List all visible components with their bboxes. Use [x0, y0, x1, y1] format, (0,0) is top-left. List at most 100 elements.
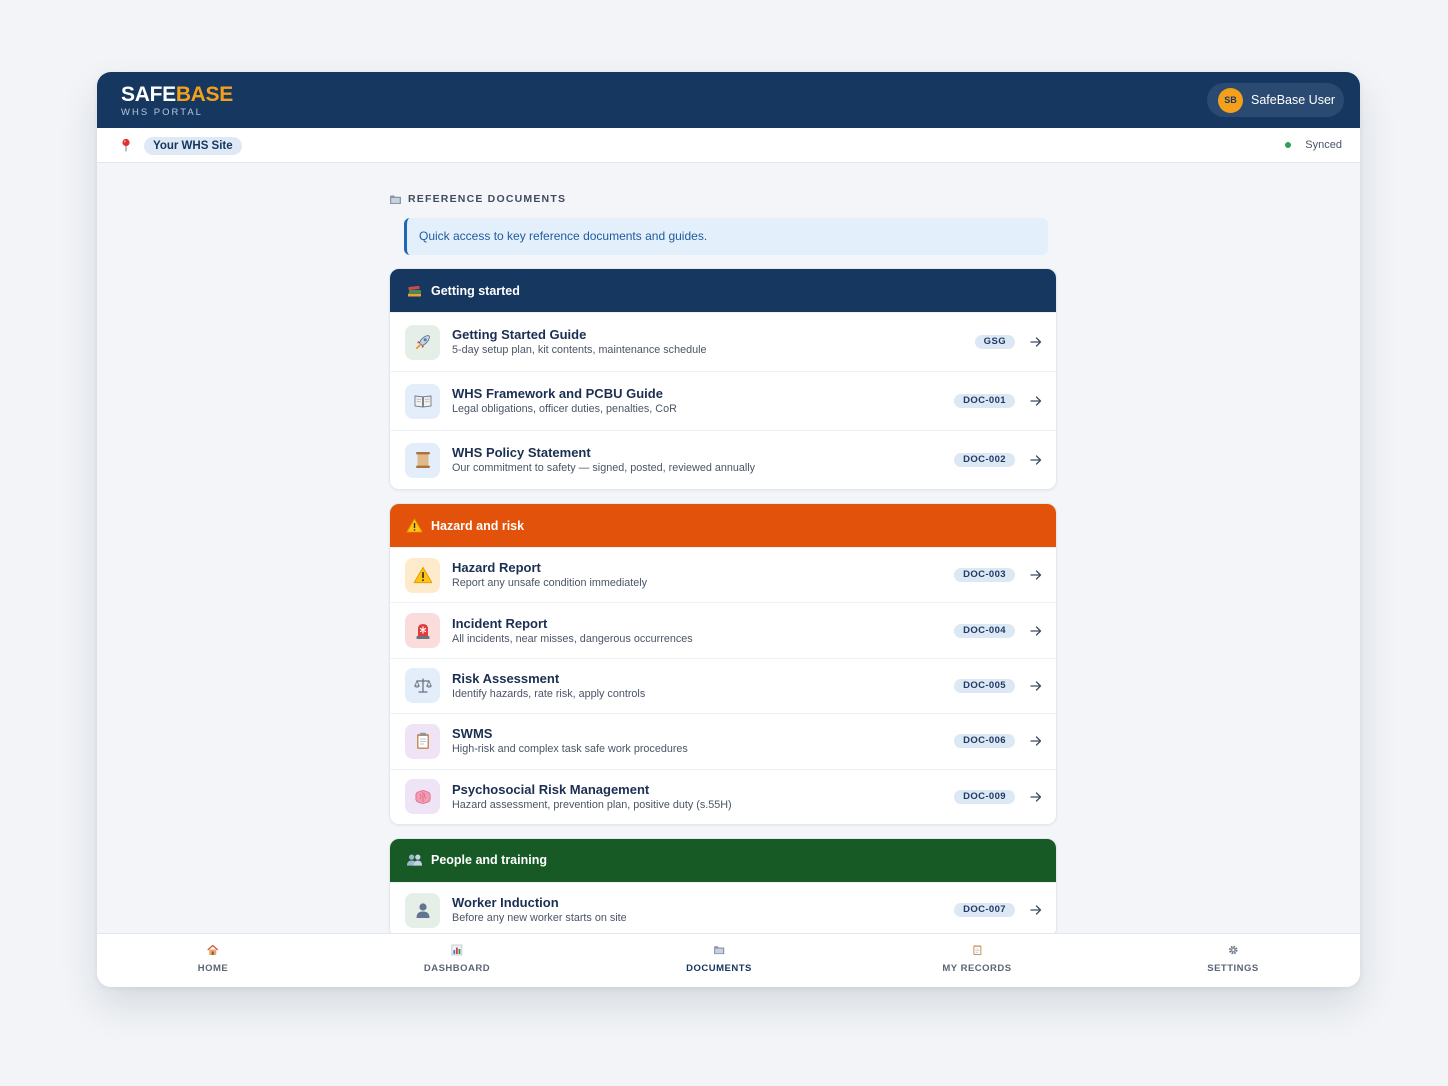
- nav-home[interactable]: HOME: [198, 944, 229, 974]
- doc-description: Legal obligations, officer duties, penal…: [452, 403, 677, 415]
- brand-subtitle: WHS PORTAL: [121, 107, 203, 118]
- doc-row-hazard-report[interactable]: Hazard Report Report any unsafe conditio…: [390, 547, 1056, 602]
- doc-row-swms[interactable]: SWMS High-risk and complex task safe wor…: [390, 713, 1056, 768]
- people-icon: [406, 853, 423, 868]
- group-header: People and training: [390, 838, 1056, 882]
- doc-description: Report any unsafe condition immediately: [452, 577, 648, 590]
- arrow-right-icon: [1030, 681, 1042, 691]
- doc-text: WHS Framework and PCBU Guide Legal oblig…: [452, 386, 677, 416]
- doc-code-badge: DOC-003: [954, 568, 1015, 583]
- nav-settings[interactable]: SETTINGS: [1207, 944, 1259, 974]
- sync-dot-icon: [1285, 142, 1292, 148]
- doc-text: Hazard Report Report any unsafe conditio…: [452, 560, 647, 590]
- doc-title: Worker Induction: [452, 895, 559, 911]
- section-title-label: REFERENCE DOCUMENTS: [408, 193, 567, 205]
- arrow-right-icon: [1030, 396, 1042, 406]
- records-icon: [972, 945, 981, 955]
- arrow-right-icon: [1030, 337, 1042, 347]
- group-header: Getting started: [390, 269, 1056, 312]
- brand-logo[interactable]: SAFEBASE WHS PORTAL: [121, 83, 233, 119]
- nav-label: DOCUMENTS: [686, 963, 752, 974]
- doc-title: Getting Started Guide: [452, 327, 587, 342]
- warning-icon: [405, 557, 440, 593]
- brand-name-part1: SAFE: [121, 83, 176, 106]
- doc-title: Psychosocial Risk Management: [452, 781, 650, 797]
- brand-name-part2: BASE: [175, 83, 233, 106]
- brain-icon: [405, 779, 440, 815]
- house-icon: [207, 944, 219, 955]
- warning-icon: [406, 518, 423, 533]
- group-header: Hazard and risk: [390, 504, 1056, 547]
- arrow-right-icon: [1030, 736, 1042, 747]
- documents-content: REFERENCE DOCUMENTS Quick access to key …: [389, 191, 1057, 939]
- user-menu-button[interactable]: SB SafeBase User: [1207, 83, 1344, 117]
- books-icon: [406, 283, 423, 298]
- doc-text: Psychosocial Risk Management Hazard asse…: [452, 782, 732, 812]
- arrow-right-icon: [1030, 570, 1042, 580]
- group-card-getting-started: Getting started Getting Started Guide 5-…: [389, 268, 1057, 490]
- nav-label: DASHBOARD: [423, 963, 491, 974]
- doc-title: Risk Assessment: [452, 670, 560, 686]
- doc-description: High-risk and complex task safe work pro…: [452, 743, 688, 756]
- scales-icon: [405, 668, 440, 704]
- doc-text: SWMS High-risk and complex task safe wor…: [452, 726, 688, 756]
- nav-label: MY RECORDS: [942, 963, 1012, 974]
- user-name: SafeBase User: [1251, 93, 1336, 107]
- doc-text: Risk Assessment Identify hazards, rate r…: [452, 671, 645, 701]
- doc-row-psychosocial-risk[interactable]: Psychosocial Risk Management Hazard asse…: [390, 768, 1056, 824]
- arrow-right-icon: [1030, 625, 1042, 636]
- book-icon: [405, 383, 440, 419]
- group-title: Hazard and risk: [431, 518, 525, 533]
- section-title: REFERENCE DOCUMENTS: [389, 191, 1057, 207]
- site-bar: Your WHS Site Synced: [97, 128, 1360, 163]
- doc-code-badge: DOC-001: [954, 394, 1015, 408]
- arrow-right-icon: [1030, 792, 1042, 802]
- doc-code-badge: DOC-006: [954, 734, 1015, 749]
- doc-text: WHS Policy Statement Our commitment to s…: [452, 445, 755, 475]
- doc-title: Incident Report: [452, 615, 548, 631]
- doc-title: WHS Framework and PCBU Guide: [452, 386, 663, 401]
- doc-row-whs-framework[interactable]: WHS Framework and PCBU Guide Legal oblig…: [390, 371, 1056, 430]
- clipboard-icon: [405, 723, 440, 759]
- folder-icon: [390, 195, 401, 204]
- doc-row-getting-started-guide[interactable]: Getting Started Guide 5-day setup plan, …: [390, 312, 1056, 371]
- avatar: SB: [1218, 87, 1243, 113]
- doc-code-badge: DOC-002: [954, 453, 1015, 467]
- site-selector[interactable]: Your WHS Site: [144, 137, 242, 155]
- rocket-icon: [405, 324, 440, 360]
- group-card-hazard-and-risk: Hazard and risk Hazard Report Report any…: [389, 503, 1057, 825]
- arrow-right-icon: [1030, 455, 1042, 465]
- doc-description: Before any new worker starts on site: [452, 912, 627, 925]
- nav-dashboard[interactable]: DASHBOARD: [424, 944, 490, 974]
- doc-row-worker-induction[interactable]: Worker Induction Before any new worker s…: [390, 881, 1056, 937]
- scroll-icon: [405, 442, 440, 478]
- doc-description: Hazard assessment, prevention plan, posi…: [452, 798, 732, 811]
- group-card-people-and-training: People and training Worker Induction Bef…: [389, 837, 1057, 939]
- doc-row-incident-report[interactable]: Incident Report All incidents, near miss…: [390, 602, 1056, 657]
- doc-description: All incidents, near misses, dangerous oc…: [452, 632, 693, 645]
- group-title: People and training: [431, 853, 547, 868]
- person-icon: [405, 892, 440, 928]
- doc-description: Our commitment to safety — signed, poste…: [452, 462, 756, 474]
- doc-text: Getting Started Guide 5-day setup plan, …: [452, 327, 707, 357]
- top-bar: SAFEBASE WHS PORTAL SB SafeBase User: [97, 72, 1360, 128]
- map-pin-icon: [122, 138, 130, 152]
- doc-title: SWMS: [452, 726, 493, 742]
- doc-code-badge: GSG: [974, 335, 1015, 349]
- nav-my-records[interactable]: MY RECORDS: [942, 944, 1011, 974]
- gear-icon: [1228, 945, 1238, 955]
- doc-description: Identify hazards, rate risk, apply contr…: [452, 687, 646, 700]
- sync-status-label: Synced: [1305, 139, 1342, 151]
- nav-documents[interactable]: DOCUMENTS: [686, 944, 752, 974]
- nav-label: SETTINGS: [1207, 963, 1259, 974]
- doc-text: Incident Report All incidents, near miss…: [452, 616, 693, 646]
- doc-row-whs-policy[interactable]: WHS Policy Statement Our commitment to s…: [390, 430, 1056, 489]
- arrow-right-icon: [1030, 905, 1042, 915]
- doc-title: WHS Policy Statement: [452, 445, 591, 460]
- doc-row-risk-assessment[interactable]: Risk Assessment Identify hazards, rate r…: [390, 657, 1056, 713]
- doc-code-badge: DOC-007: [954, 903, 1015, 918]
- app-window: SAFEBASE WHS PORTAL SB SafeBase User You…: [97, 72, 1360, 987]
- nav-label: HOME: [197, 963, 229, 974]
- info-banner: Quick access to key reference documents …: [404, 218, 1048, 255]
- bottom-nav: HOME DASHBOARD DOCUMENTS MY RECORDS SETT…: [97, 933, 1360, 987]
